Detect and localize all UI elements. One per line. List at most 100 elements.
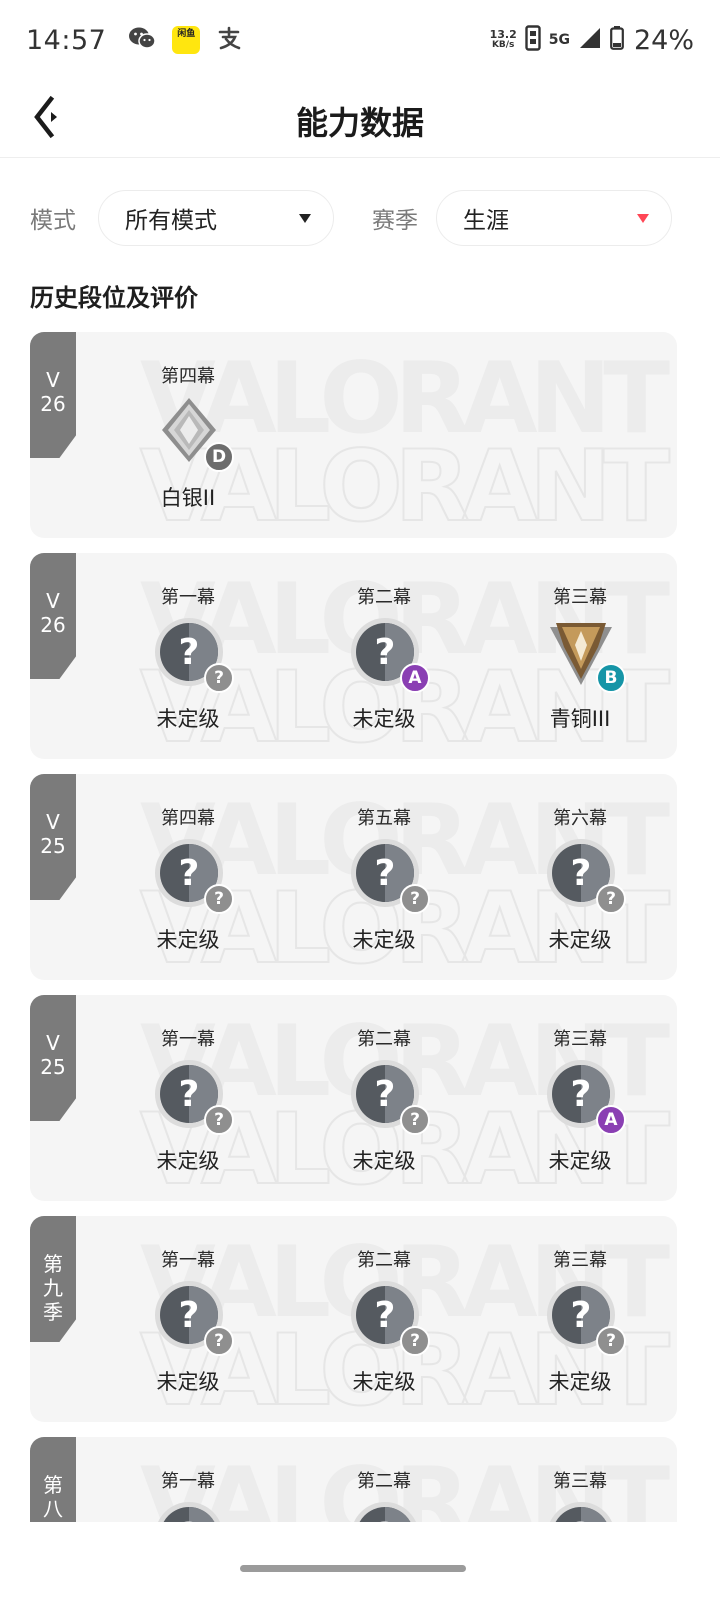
grade-badge: ? [204, 1105, 234, 1135]
act-rank-item[interactable]: 第三幕?? 未定级 [510, 1216, 650, 1422]
act-title: 第二幕 [357, 587, 411, 608]
rank-name: 未定级 [156, 928, 220, 952]
rank-name: 未定级 [156, 707, 220, 731]
season-select-value: 生涯 [463, 208, 509, 234]
season-label-text: V [46, 810, 60, 834]
rank-history-list[interactable]: VALORANT VALORANT V 26 第四幕 D 白银II VALORANT VALOR… [30, 332, 678, 1522]
act-rank-item[interactable]: 第三幕?? [510, 1437, 650, 1522]
signal-icon [578, 26, 602, 54]
unranked-icon: ? [154, 1501, 224, 1522]
rank-name: 未定级 [156, 1370, 220, 1394]
grade-badge: A [400, 663, 430, 693]
svg-text:?: ? [571, 1295, 592, 1336]
act-rank-item[interactable]: 第三幕? A 未定级 [510, 995, 650, 1201]
season-card: VALORANTVALORANT第八季第一幕??第二幕??第三幕?? [30, 1437, 677, 1522]
grade-badge: ? [204, 884, 234, 914]
notification-icons: 闲鱼 [128, 25, 242, 55]
svg-text:?: ? [375, 853, 396, 894]
grade-badge: ? [596, 1326, 626, 1356]
svg-text:?: ? [571, 853, 592, 894]
act-title: 第二幕 [357, 1250, 411, 1271]
season-card: VALORANTVALORANTV25第一幕??未定级第二幕??未定级第三幕?A… [30, 995, 677, 1201]
season-label-text: V [46, 1031, 60, 1055]
filter-bar: 模式 所有模式 赛季 生涯 [30, 190, 678, 246]
app-header: 能力数据 [0, 80, 720, 158]
act-rank-item[interactable]: 第一幕?? 未定级 [118, 995, 258, 1201]
act-rank-item[interactable]: 第二幕?? 未定级 [314, 1216, 454, 1422]
rank-name: 未定级 [352, 928, 416, 952]
season-card: VALORANTVALORANTV25第四幕??未定级第五幕??未定级第六幕??… [30, 774, 677, 980]
grade-badge: B [596, 663, 626, 693]
act-title: 第二幕 [357, 1471, 411, 1492]
act-rank-item[interactable]: 第二幕? A 未定级 [314, 553, 454, 759]
act-rank-item[interactable]: 第二幕?? [314, 1437, 454, 1522]
mode-filter-label: 模式 [30, 208, 76, 234]
grade-badge: ? [204, 663, 234, 693]
system-indicators: 13.2 KB/s 5G 24% [490, 25, 694, 56]
season-label: V 25 [30, 774, 76, 900]
grade-badge: ? [400, 884, 430, 914]
act-rank-item[interactable]: 第二幕?? 未定级 [314, 995, 454, 1201]
chevron-down-icon [637, 214, 649, 223]
season-label-text: 八 [43, 1497, 63, 1521]
act-rank-item[interactable]: 第四幕?? 未定级 [118, 774, 258, 980]
status-time: 14:57 [26, 24, 107, 56]
season-filter-label: 赛季 [372, 208, 418, 234]
act-title: 第三幕 [553, 1250, 607, 1271]
act-rank-item[interactable]: 第五幕?? 未定级 [314, 774, 454, 980]
season-label: 第八季 [30, 1437, 76, 1522]
home-indicator[interactable] [240, 1565, 466, 1572]
act-title: 第三幕 [553, 1029, 607, 1050]
act-rank-item[interactable]: 第四幕 D 白银II [118, 332, 258, 538]
svg-text:?: ? [375, 1074, 396, 1115]
mode-select-value: 所有模式 [125, 208, 217, 234]
season-label-text: 季 [43, 1521, 63, 1522]
act-title: 第三幕 [553, 587, 607, 608]
grade-badge: D [204, 442, 234, 472]
season-label-text: 26 [40, 613, 66, 637]
season-label-text: 25 [40, 1055, 66, 1079]
act-rank-item[interactable]: 第三幕 B 青铜III [510, 553, 650, 759]
act-rank-item[interactable]: 第一幕?? 未定级 [118, 553, 258, 759]
rank-name: 未定级 [352, 707, 416, 731]
wechat-icon [128, 26, 157, 54]
rank-name: 青铜III [549, 707, 611, 731]
season-label-text: 25 [40, 834, 66, 858]
svg-text:?: ? [179, 632, 200, 673]
chevron-down-icon [299, 214, 311, 223]
season-label: 第九季 [30, 1216, 76, 1342]
act-rank-item[interactable]: 第一幕?? [118, 1437, 258, 1522]
act-title: 第一幕 [161, 1250, 215, 1271]
season-card: VALORANTVALORANT第九季第一幕??未定级第二幕??未定级第三幕??… [30, 1216, 677, 1422]
season-select[interactable]: 生涯 [436, 190, 672, 246]
network-speed: 13.2 KB/s [490, 29, 517, 51]
rank-name: 白银II [160, 486, 216, 510]
season-card: VALORANT VALORANT V 26 第四幕 D 白银II [30, 332, 677, 538]
alipay-icon [216, 25, 242, 55]
svg-text:?: ? [179, 853, 200, 894]
sim-icon [525, 25, 541, 55]
svg-text:?: ? [179, 1516, 200, 1522]
grade-badge: A [596, 1105, 626, 1135]
act-title: 第四幕 [161, 808, 215, 829]
svg-text:?: ? [375, 632, 396, 673]
page-title: 能力数据 [295, 104, 424, 142]
rank-name: 未定级 [352, 1149, 416, 1173]
mode-select[interactable]: 所有模式 [98, 190, 334, 246]
grade-badge: ? [204, 1326, 234, 1356]
svg-text:?: ? [179, 1074, 200, 1115]
act-title: 第六幕 [553, 808, 607, 829]
act-title: 第一幕 [161, 1471, 215, 1492]
network-speed-unit: KB/s [491, 40, 515, 50]
act-title: 第一幕 [161, 587, 215, 608]
season-label: V 26 [30, 332, 76, 458]
season-label-text: 第 [43, 1252, 63, 1276]
act-rank-item[interactable]: 第六幕?? 未定级 [510, 774, 650, 980]
svg-text:?: ? [571, 1074, 592, 1115]
battery-level: 24% [633, 24, 694, 56]
act-rank-item[interactable]: 第一幕?? 未定级 [118, 1216, 258, 1422]
grade-badge: ? [596, 884, 626, 914]
season-card: VALORANT VALORANT V 26 第一幕?? 未定级 第二幕? A 未定级 第三幕 B 青… [30, 553, 677, 759]
rank-name: 未定级 [548, 1370, 612, 1394]
season-label: V 26 [30, 553, 76, 679]
